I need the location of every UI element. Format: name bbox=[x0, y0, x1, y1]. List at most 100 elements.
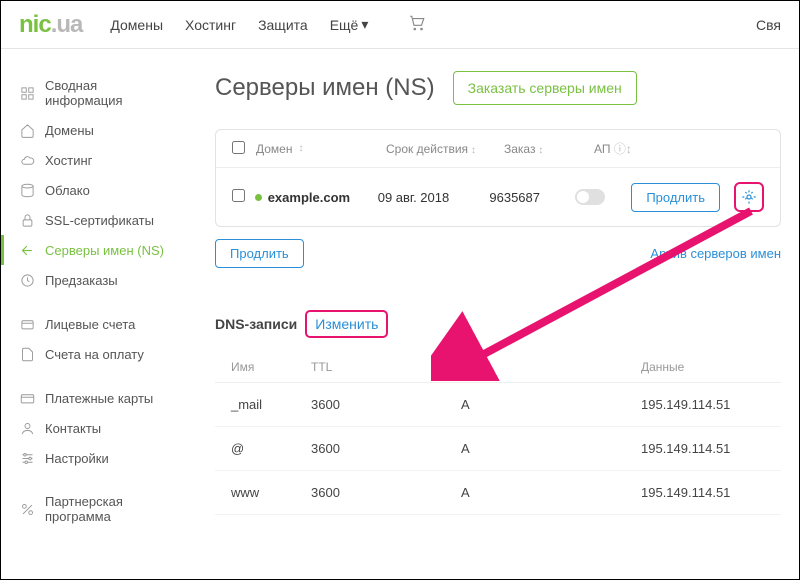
under-panel-row: Продлить Архив серверов имен bbox=[215, 239, 781, 268]
dns-table: Имя TTL Тип Данные _mail 3600 A 195.149.… bbox=[215, 352, 781, 515]
sidebar-item-label: Домены bbox=[45, 123, 94, 138]
card-icon bbox=[19, 390, 35, 406]
nav-more[interactable]: Ещё▾ bbox=[330, 16, 369, 33]
dns-name: @ bbox=[231, 441, 311, 456]
title-row: Серверы имен (NS) Заказать серверы имен bbox=[215, 71, 781, 105]
col-auto: АП ⓘ↕ bbox=[594, 140, 654, 157]
wallet-icon bbox=[19, 316, 35, 332]
logo-tld: .ua bbox=[51, 11, 83, 38]
header-right-link[interactable]: Свя bbox=[756, 17, 781, 33]
sidebar-item-dashboard[interactable]: Сводная информация bbox=[1, 71, 191, 115]
home-icon bbox=[19, 122, 35, 138]
table-row: example.com 09 авг. 2018 9635687 Продлит… bbox=[216, 168, 780, 226]
sidebar-item-label: Серверы имен (NS) bbox=[45, 243, 164, 258]
sidebar-item-cards[interactable]: Платежные карты bbox=[1, 383, 191, 413]
col-expire[interactable]: Срок действия bbox=[386, 142, 504, 156]
sidebar-item-label: SSL-сертификаты bbox=[45, 213, 154, 228]
expire-value: 09 авг. 2018 bbox=[378, 190, 490, 205]
lock-icon bbox=[19, 212, 35, 228]
dns-col-name: Имя bbox=[231, 360, 311, 374]
dns-ttl: 3600 bbox=[311, 397, 461, 412]
sidebar-item-label: Партнерская программа bbox=[45, 494, 173, 524]
logo[interactable]: nic.ua bbox=[19, 11, 82, 39]
dns-row: www 3600 A 195.149.114.51 bbox=[215, 471, 781, 515]
sliders-icon bbox=[19, 450, 35, 466]
sidebar-item-hosting[interactable]: Хостинг bbox=[1, 145, 191, 175]
gear-icon bbox=[741, 189, 757, 205]
cloud-icon bbox=[19, 152, 35, 168]
dns-name: _mail bbox=[231, 397, 311, 412]
percent-icon bbox=[19, 501, 35, 517]
dns-thead: Имя TTL Тип Данные bbox=[215, 352, 781, 383]
sidebar: Сводная информация Домены Хостинг Облако… bbox=[1, 49, 191, 579]
dns-data: 195.149.114.51 bbox=[641, 441, 765, 456]
dns-data: 195.149.114.51 bbox=[641, 485, 765, 500]
cart-icon[interactable] bbox=[408, 14, 426, 35]
sidebar-item-contacts[interactable]: Контакты bbox=[1, 413, 191, 443]
sidebar-item-label: Счета на оплату bbox=[45, 347, 144, 362]
sidebar-item-invoices[interactable]: Счета на оплату bbox=[1, 339, 191, 369]
order-ns-button[interactable]: Заказать серверы имен bbox=[453, 71, 637, 105]
sidebar-item-partner[interactable]: Партнерская программа bbox=[1, 487, 191, 531]
sidebar-item-label: Контакты bbox=[45, 421, 101, 436]
dns-section: DNS-записи Изменить Имя TTL Тип Данные _… bbox=[215, 310, 781, 515]
dns-col-type: Тип bbox=[461, 360, 641, 374]
autorenew-toggle[interactable] bbox=[575, 189, 605, 205]
sidebar-item-nameservers[interactable]: Серверы имен (NS) bbox=[1, 235, 191, 265]
header: nic.ua Домены Хостинг Защита Ещё▾ Свя bbox=[1, 1, 799, 49]
dns-col-data: Данные bbox=[641, 360, 765, 374]
col-domain[interactable]: Домен bbox=[256, 142, 386, 156]
sidebar-item-label: Предзаказы bbox=[45, 273, 118, 288]
dns-data: 195.149.114.51 bbox=[641, 397, 765, 412]
grid-icon bbox=[19, 85, 35, 101]
nav-more-label: Ещё bbox=[330, 17, 359, 33]
layout: Сводная информация Домены Хостинг Облако… bbox=[1, 49, 799, 579]
settings-button[interactable] bbox=[734, 182, 764, 212]
nav-security[interactable]: Защита bbox=[258, 17, 308, 33]
top-nav: Домены Хостинг Защита Ещё▾ bbox=[110, 14, 426, 35]
col-order[interactable]: Заказ bbox=[504, 142, 594, 156]
dns-row: _mail 3600 A 195.149.114.51 bbox=[215, 383, 781, 427]
dns-type: A bbox=[461, 441, 641, 456]
dns-name: www bbox=[231, 485, 311, 500]
domain-name[interactable]: example.com bbox=[268, 190, 350, 205]
main-content: Серверы имен (NS) Заказать серверы имен … bbox=[191, 49, 799, 579]
order-value[interactable]: 9635687 bbox=[489, 190, 574, 205]
dns-row: @ 3600 A 195.149.114.51 bbox=[215, 427, 781, 471]
chevron-down-icon: ▾ bbox=[361, 16, 368, 33]
nav-domains[interactable]: Домены bbox=[110, 17, 163, 33]
user-icon bbox=[19, 420, 35, 436]
sidebar-item-label: Платежные карты bbox=[45, 391, 153, 406]
domains-panel: Домен Срок действия Заказ АП ⓘ↕ example.… bbox=[215, 129, 781, 227]
sidebar-item-label: Сводная информация bbox=[45, 78, 173, 108]
dns-ttl: 3600 bbox=[311, 441, 461, 456]
dns-change-link[interactable]: Изменить bbox=[305, 310, 388, 338]
logo-text: nic bbox=[19, 11, 51, 38]
row-checkbox[interactable] bbox=[232, 189, 245, 202]
sidebar-item-label: Облако bbox=[45, 183, 90, 198]
document-icon bbox=[19, 346, 35, 362]
dns-col-ttl: TTL bbox=[311, 360, 461, 374]
sidebar-item-cloud[interactable]: Облако bbox=[1, 175, 191, 205]
dns-type: A bbox=[461, 485, 641, 500]
arrow-left-icon bbox=[19, 242, 35, 258]
sidebar-item-accounts[interactable]: Лицевые счета bbox=[1, 309, 191, 339]
bulk-renew-button[interactable]: Продлить bbox=[215, 239, 304, 268]
dns-head: DNS-записи Изменить bbox=[215, 310, 781, 338]
info-icon[interactable]: ⓘ↕ bbox=[614, 142, 632, 156]
sidebar-item-domains[interactable]: Домены bbox=[1, 115, 191, 145]
select-all-checkbox[interactable] bbox=[232, 141, 245, 154]
sidebar-item-label: Лицевые счета bbox=[45, 317, 135, 332]
renew-button[interactable]: Продлить bbox=[631, 183, 720, 212]
sidebar-item-preorders[interactable]: Предзаказы bbox=[1, 265, 191, 295]
status-dot-icon bbox=[255, 194, 262, 201]
dns-ttl: 3600 bbox=[311, 485, 461, 500]
sidebar-item-label: Хостинг bbox=[45, 153, 92, 168]
database-icon bbox=[19, 182, 35, 198]
archive-link[interactable]: Архив серверов имен bbox=[650, 246, 781, 261]
nav-hosting[interactable]: Хостинг bbox=[185, 17, 236, 33]
dns-type: A bbox=[461, 397, 641, 412]
sidebar-item-ssl[interactable]: SSL-сертификаты bbox=[1, 205, 191, 235]
sidebar-item-settings[interactable]: Настройки bbox=[1, 443, 191, 473]
page-title: Серверы имен (NS) bbox=[215, 74, 435, 102]
